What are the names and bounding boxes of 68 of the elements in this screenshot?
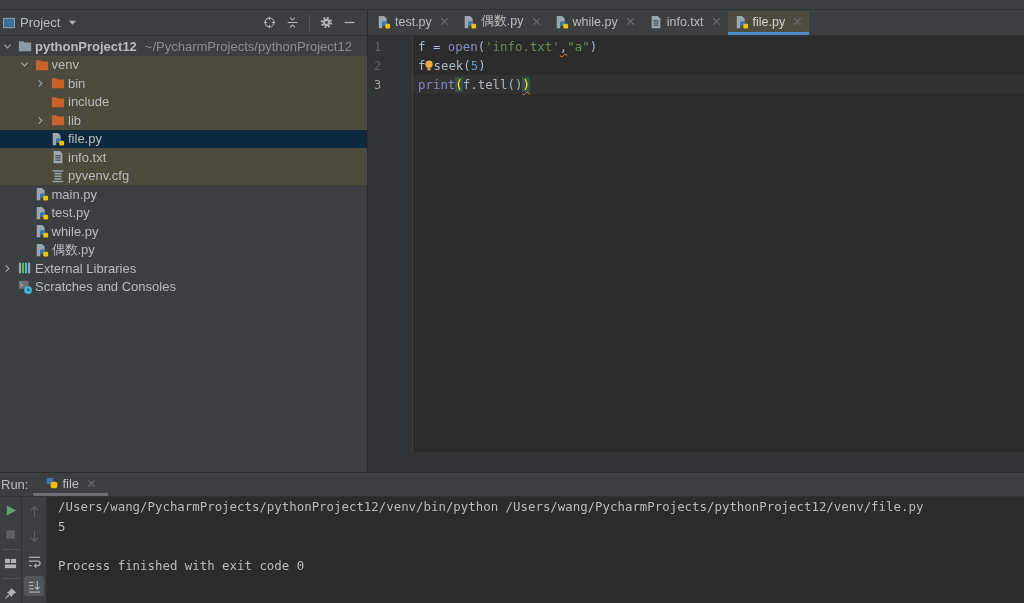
console-line: Process finished with exit code 0 [58, 556, 306, 575]
close-icon[interactable] [711, 17, 721, 26]
python-file-icon [34, 242, 49, 257]
tree-item[interactable]: 偶数.py [0, 240, 367, 259]
console-line: /Users/wang/PycharmProjects/pythonProject12/venv/bin/python /Users/wang/PycharmProjects/pythonProject12/venv/file.py [58, 498, 925, 516]
folder-icon [34, 57, 49, 72]
code-text: f = open('info.txt',"a") [418, 39, 598, 54]
python-logo-icon [45, 476, 60, 490]
tree-item[interactable]: lib [0, 111, 367, 130]
python-file-icon [377, 14, 391, 29]
settings-icon[interactable] [320, 16, 333, 29]
run-label: Run: [0, 477, 29, 492]
close-icon[interactable] [439, 17, 449, 26]
tree-item[interactable]: bin [0, 74, 367, 93]
text-file-icon [51, 150, 65, 165]
console-clock-icon [18, 279, 32, 294]
scroll-to-end-icon [27, 579, 41, 593]
python-file-icon [734, 14, 749, 29]
folder-icon [18, 39, 32, 54]
python-file-icon [34, 187, 49, 202]
chevron-right-icon[interactable] [3, 263, 12, 273]
line-number: 3 [373, 77, 382, 92]
code-text: f [418, 58, 426, 73]
crosshair-icon[interactable] [263, 16, 276, 29]
editor-tab[interactable]: test.py [370, 11, 456, 35]
caret-down-icon[interactable] [68, 18, 78, 27]
collapse-all-icon[interactable] [286, 16, 299, 29]
lightbulb-icon[interactable] [425, 60, 434, 71]
chevron-right-icon[interactable] [36, 115, 45, 125]
scroll-to-end-button[interactable] [24, 576, 44, 596]
code-text: seek(5) [433, 58, 486, 73]
panel-icon [3, 16, 15, 29]
folder-icon [51, 94, 65, 109]
console-line: 5 [58, 517, 67, 536]
code-text: print(f.tell()) [418, 77, 530, 92]
tree-item[interactable]: main.py [0, 185, 367, 204]
close-icon[interactable] [625, 17, 635, 26]
editor-tab[interactable]: info.txt [641, 11, 728, 35]
folder-icon [51, 76, 65, 91]
python-file-icon [462, 14, 477, 29]
close-icon[interactable] [531, 17, 541, 26]
python-file-icon [51, 131, 65, 146]
tree-item[interactable]: test.py [0, 203, 367, 222]
python-file-icon [554, 14, 569, 29]
folder-icon [51, 113, 65, 128]
soft-wrap-icon [27, 554, 41, 568]
chevron-right-icon[interactable] [36, 78, 45, 88]
layout-icon [4, 557, 17, 571]
tree-item[interactable]: External Libraries [0, 259, 367, 278]
pin-icon [4, 587, 17, 601]
play-icon [4, 503, 17, 517]
close-icon[interactable] [87, 478, 97, 488]
tree-item[interactable]: Scratches and Consoles [0, 277, 367, 296]
library-icon [18, 261, 32, 276]
panel-title[interactable]: Project [20, 15, 61, 30]
tree-item[interactable]: pythonProject12 ~/PycharmProjects/pythonProject12 [0, 37, 367, 56]
chevron-down-icon[interactable] [19, 60, 29, 70]
editor-tab[interactable]: file.py [727, 11, 810, 35]
tree-item[interactable]: info.txt [0, 148, 367, 167]
tree-item[interactable]: while.py [0, 222, 367, 241]
python-file-icon [34, 224, 49, 239]
project-path: ~/PycharmProjects/pythonProject12 [144, 38, 352, 54]
stop-icon [4, 527, 17, 541]
python-file-icon [34, 205, 49, 220]
tree-item[interactable]: venv [0, 55, 367, 74]
editor-tab[interactable]: 偶数.py [455, 11, 548, 35]
editor-tab[interactable]: while.py [547, 11, 642, 35]
config-file-icon [51, 168, 65, 183]
